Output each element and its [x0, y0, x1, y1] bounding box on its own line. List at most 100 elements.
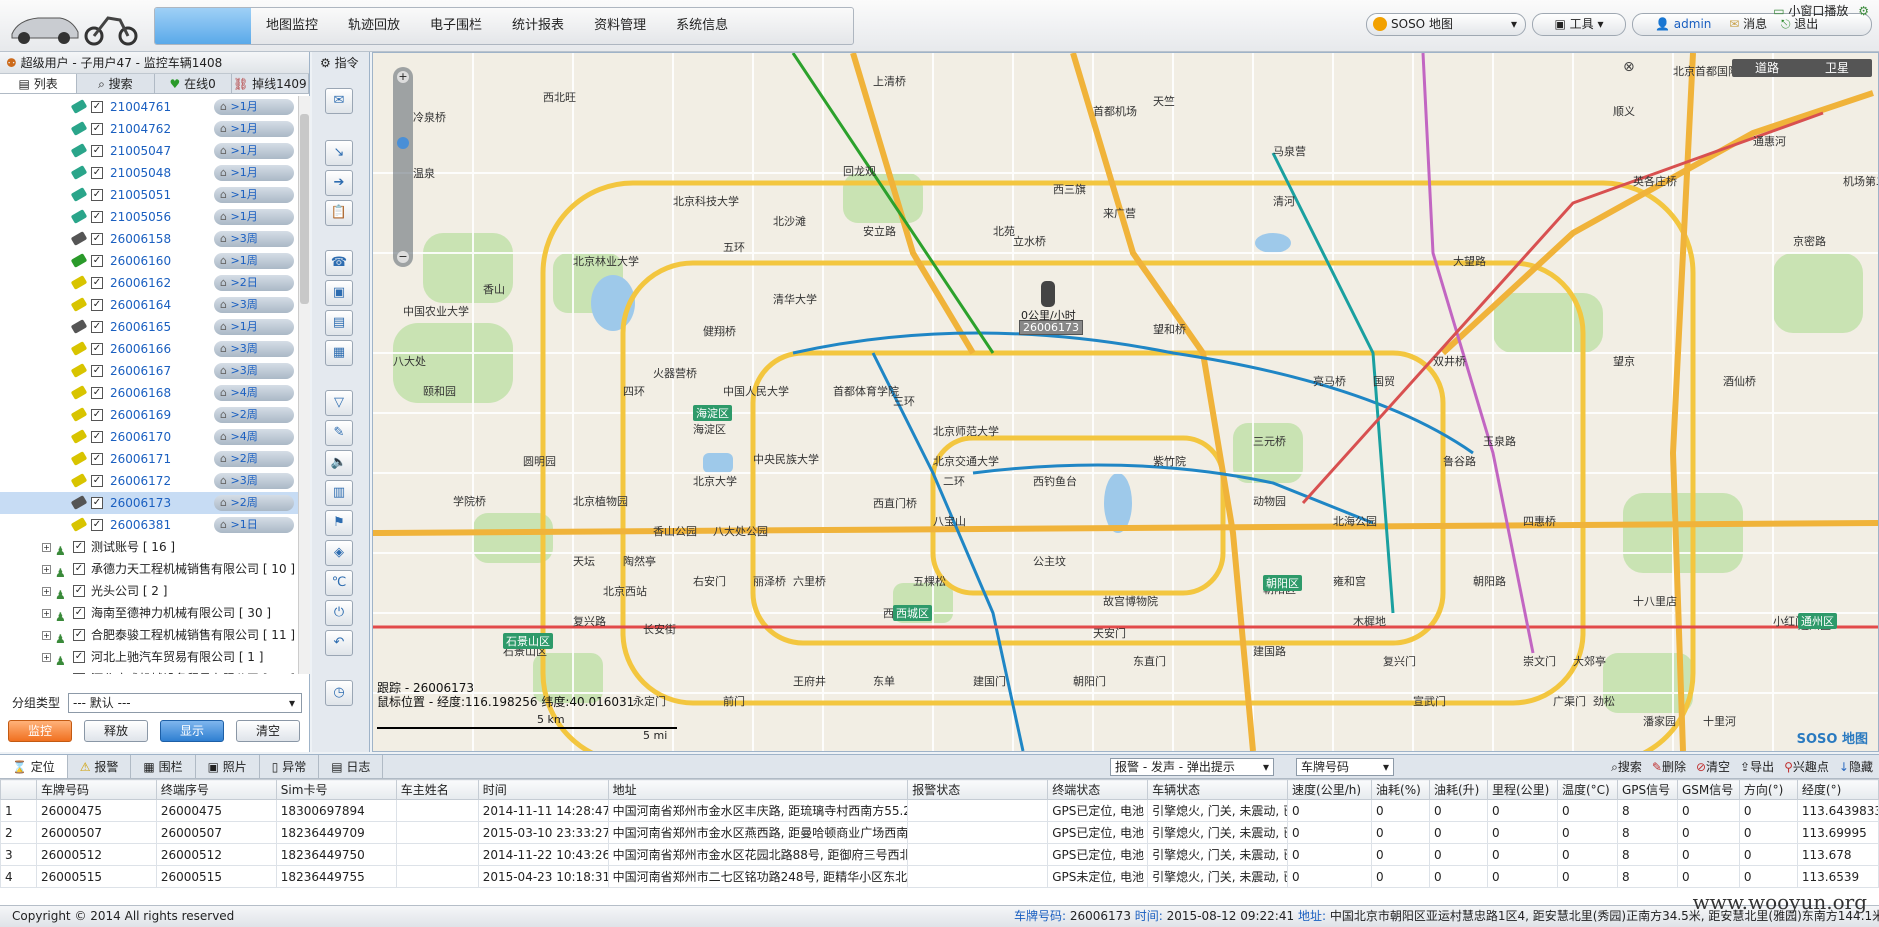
group-checkbox[interactable]: ✓ [73, 563, 85, 575]
tools-button[interactable]: ▣ 工具 ▾ [1532, 13, 1626, 36]
column-header[interactable]: 时间 [477, 779, 609, 800]
vehicle-checkbox[interactable]: ✓ [91, 277, 103, 289]
expand-icon[interactable]: + [42, 587, 51, 596]
group-checkbox[interactable]: ✓ [73, 651, 85, 663]
vehicle-id[interactable]: 26006165 [110, 316, 171, 338]
nav-map-monitor[interactable]: 地图监控 [251, 8, 333, 44]
column-header[interactable]: 油耗(%) [1371, 779, 1430, 800]
close-icon[interactable]: ⊗ [1623, 59, 1635, 75]
vehicle-id[interactable]: 26006162 [110, 272, 171, 294]
vehicle-id[interactable]: 26006160 [110, 250, 171, 272]
vehicle-checkbox[interactable]: ✓ [91, 189, 103, 201]
vehicle-row[interactable]: ✓ 26006169 ⌂ >2周 [0, 404, 298, 426]
vehicle-id[interactable]: 21004762 [110, 118, 171, 140]
release-button[interactable]: 释放 [84, 720, 148, 742]
column-header[interactable]: 油耗(升) [1429, 779, 1488, 800]
vehicle-row[interactable]: ✓ 26006381 ⌂ >1日 [0, 514, 298, 536]
message-cmd-icon[interactable]: ✉ [325, 88, 353, 114]
table-row[interactable]: 4 26000515 26000515 18236449755 2015-04-23 1… [0, 865, 1879, 888]
nav-home[interactable] [155, 8, 251, 44]
vehicle-checkbox[interactable]: ✓ [91, 453, 103, 465]
map-canvas[interactable] [373, 53, 1878, 751]
column-header[interactable]: 车主姓名 [395, 779, 479, 800]
undo-icon[interactable]: ↶ [325, 630, 353, 656]
tab-log[interactable]: ▤ 日志 [319, 755, 384, 778]
vehicle-checkbox[interactable]: ✓ [91, 321, 103, 333]
expand-icon[interactable]: + [42, 565, 51, 574]
column-header[interactable]: Sim卡号 [275, 779, 397, 800]
column-header[interactable]: 终端状态 [1047, 779, 1149, 800]
clear-all-button[interactable]: ⊘清空 [1696, 757, 1730, 777]
monitor-button[interactable]: 监控 [8, 720, 72, 742]
group-row[interactable]: + ♟ ✓ 承德力天工程机械销售有限公司 [ 10 ] [0, 558, 298, 580]
column-header[interactable]: 终端序号 [155, 779, 277, 800]
zoom-in-icon[interactable]: + [397, 71, 409, 83]
vehicle-checkbox[interactable]: ✓ [91, 497, 103, 509]
poi-button[interactable]: ⚲兴趣点 [1784, 757, 1829, 777]
vehicle-id[interactable]: 26006164 [110, 294, 171, 316]
vehicle-row[interactable]: ✓ 26006170 ⌂ >4周 [0, 426, 298, 448]
column-header[interactable]: GPS信号 [1616, 779, 1678, 800]
vehicle-id[interactable]: 26006171 [110, 448, 171, 470]
tab-photo[interactable]: ▣ 照片 [196, 755, 260, 778]
column-header[interactable] [0, 779, 37, 800]
group-row[interactable]: + ♟ ✓ 测试账号 [ 16 ] [0, 536, 298, 558]
table-row[interactable]: 3 26000512 26000512 18236449750 2014-11-22 1… [0, 843, 1879, 866]
vehicle-row[interactable]: ✓ 26006164 ⌂ >3周 [0, 294, 298, 316]
vehicle-id[interactable]: 26006158 [110, 228, 171, 250]
tab-offline[interactable]: ⛓ 掉线1409 [232, 74, 309, 93]
map-provider-select[interactable]: SOSO 地图 ▾ [1366, 13, 1526, 36]
column-header[interactable]: 速度(公里/h) [1287, 779, 1373, 800]
camera-icon[interactable]: ▣ [325, 280, 353, 306]
vehicle-row[interactable]: ✓ 21005048 ⌂ >1月 [0, 162, 298, 184]
group-checkbox[interactable]: ✓ [73, 607, 85, 619]
vehicle-checkbox[interactable]: ✓ [91, 343, 103, 355]
nav-geofence[interactable]: 电子围栏 [415, 8, 497, 44]
vehicle-checkbox[interactable]: ✓ [91, 409, 103, 421]
nav-data-mgmt[interactable]: 资料管理 [579, 8, 661, 44]
vehicle-row[interactable]: ✓ 26006160 ⌂ >1周 [0, 250, 298, 272]
tab-fence[interactable]: ▦ 围栏 [131, 755, 196, 778]
vehicle-checkbox[interactable]: ✓ [91, 123, 103, 135]
vehicle-checkbox[interactable]: ✓ [91, 519, 103, 531]
group-row[interactable]: +♟✓河北唐成机械设备贸易有限公司 [ 30 ] [0, 668, 298, 674]
hide-button[interactable]: ↓隐藏 [1839, 757, 1873, 777]
vehicle-checkbox[interactable]: ✓ [91, 167, 103, 179]
zoom-thumb[interactable] [397, 137, 409, 149]
group-checkbox[interactable]: ✓ [73, 673, 85, 674]
group-row[interactable]: + ♟ ✓ 河北上驰汽车贸易有限公司 [ 1 ] [0, 646, 298, 668]
clear-button[interactable]: 清空 [236, 720, 300, 742]
mini-window-button[interactable]: ▭ 小窗口播放 ⚙ [1773, 2, 1869, 22]
vehicle-id[interactable]: 21005047 [110, 140, 171, 162]
vehicle-row[interactable]: ✓ 21004761 ⌂ >1月 [0, 96, 298, 118]
clock-icon[interactable]: ◷ [325, 680, 353, 706]
vehicle-id[interactable]: 26006172 [110, 470, 171, 492]
phone-icon[interactable]: ☎ [325, 250, 353, 276]
show-button[interactable]: 显示 [160, 720, 224, 742]
vehicle-row[interactable]: ✓ 21005047 ⌂ >1月 [0, 140, 298, 162]
vehicle-row[interactable]: ✓ 26006165 ⌂ >1月 [0, 316, 298, 338]
column-header[interactable]: 方向(°) [1738, 779, 1798, 800]
zoom-out-icon[interactable]: − [397, 251, 409, 263]
vehicle-row[interactable]: ✓ 26006173 ⌂ >2周 [0, 492, 298, 514]
expand-icon[interactable]: + [42, 543, 51, 552]
vehicle-row[interactable]: ✓ 21005051 ⌂ >1月 [0, 184, 298, 206]
vehicle-checkbox[interactable]: ✓ [91, 365, 103, 377]
gear-icon[interactable]: ⚙ [1858, 4, 1869, 18]
group-row[interactable]: + ♟ ✓ 海南至德神力机械有限公司 [ 30 ] [0, 602, 298, 624]
vehicle-row[interactable]: ✓ 21005056 ⌂ >1月 [0, 206, 298, 228]
column-header[interactable]: GSM信号 [1676, 779, 1740, 800]
vehicle-row[interactable]: ✓ 26006171 ⌂ >2周 [0, 448, 298, 470]
edit-icon[interactable]: ✎ [325, 420, 353, 446]
arrow-right-icon[interactable]: ➔ [325, 170, 353, 196]
vehicle-checkbox[interactable]: ✓ [91, 255, 103, 267]
power-icon[interactable]: ⏻ [325, 600, 353, 626]
group-checkbox[interactable]: ✓ [73, 541, 85, 553]
expand-icon[interactable]: + [42, 653, 51, 662]
vehicle-checkbox[interactable]: ✓ [91, 431, 103, 443]
vehicle-id[interactable]: 21005048 [110, 162, 171, 184]
map-type-road[interactable]: 道路 [1732, 59, 1802, 77]
vehicle-row[interactable]: ✓ 21004762 ⌂ >1月 [0, 118, 298, 140]
group-checkbox[interactable]: ✓ [73, 585, 85, 597]
vehicle-row[interactable]: ✓ 26006168 ⌂ >4周 [0, 382, 298, 404]
